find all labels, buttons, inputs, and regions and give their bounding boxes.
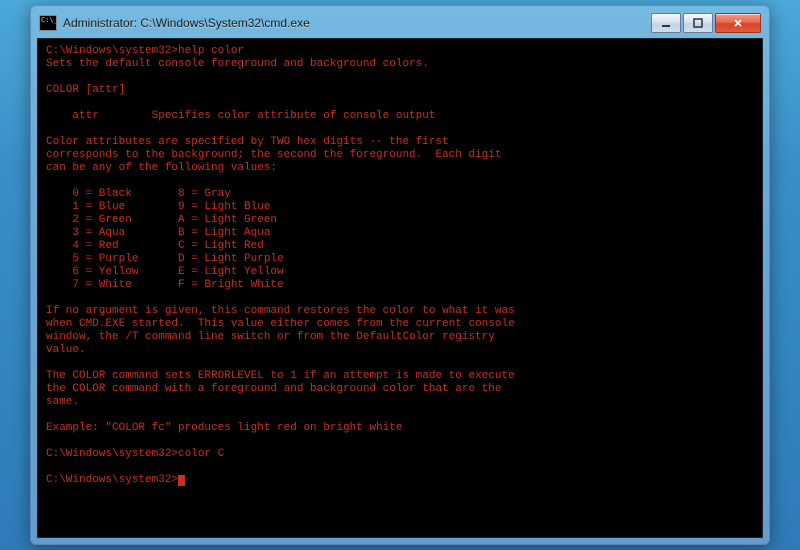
- cmd-window: Administrator: C:\Windows\System32\cmd.e…: [30, 5, 770, 545]
- maximize-button[interactable]: [683, 13, 713, 33]
- help-line: same.: [46, 396, 79, 408]
- command-text: help color: [178, 45, 244, 57]
- prompt: C:\Windows\system32>: [46, 45, 178, 57]
- color-row: 7 = White F = Bright White: [46, 279, 284, 291]
- help-line: can be any of the following values:: [46, 162, 277, 174]
- window-controls: [649, 13, 761, 33]
- help-line: Color attributes are specified by TWO he…: [46, 136, 449, 148]
- cmd-icon: [39, 15, 57, 31]
- help-line: Sets the default console foreground and …: [46, 58, 429, 70]
- help-line: If no argument is given, this command re…: [46, 305, 515, 317]
- prompt: C:\Windows\system32>: [46, 474, 178, 486]
- console-output: C:\Windows\system32>help color Sets the …: [46, 45, 754, 487]
- cursor: [178, 475, 185, 486]
- minimize-button[interactable]: [651, 13, 681, 33]
- color-row: 5 = Purple D = Light Purple: [46, 253, 284, 265]
- help-line: window, the /T command line switch or fr…: [46, 331, 495, 343]
- help-line: attr Specifies color attribute of consol…: [46, 110, 435, 122]
- help-line: corresponds to the background; the secon…: [46, 149, 501, 161]
- help-line: when CMD.EXE started. This value either …: [46, 318, 515, 330]
- command-text: color C: [178, 448, 224, 460]
- color-row: 0 = Black 8 = Gray: [46, 188, 231, 200]
- help-line: the COLOR command with a foreground and …: [46, 383, 501, 395]
- window-title: Administrator: C:\Windows\System32\cmd.e…: [63, 16, 649, 30]
- console-area[interactable]: C:\Windows\system32>help color Sets the …: [37, 38, 763, 538]
- help-line: COLOR [attr]: [46, 84, 125, 96]
- titlebar[interactable]: Administrator: C:\Windows\System32\cmd.e…: [37, 12, 763, 38]
- color-row: 4 = Red C = Light Red: [46, 240, 264, 252]
- prompt: C:\Windows\system32>: [46, 448, 178, 460]
- color-row: 6 = Yellow E = Light Yellow: [46, 266, 284, 278]
- close-button[interactable]: [715, 13, 761, 33]
- help-line: Example: "COLOR fc" produces light red o…: [46, 422, 402, 434]
- color-row: 2 = Green A = Light Green: [46, 214, 277, 226]
- help-line: The COLOR command sets ERRORLEVEL to 1 i…: [46, 370, 515, 382]
- color-row: 1 = Blue 9 = Light Blue: [46, 201, 270, 213]
- color-row: 3 = Aqua B = Light Aqua: [46, 227, 270, 239]
- help-line: value.: [46, 344, 86, 356]
